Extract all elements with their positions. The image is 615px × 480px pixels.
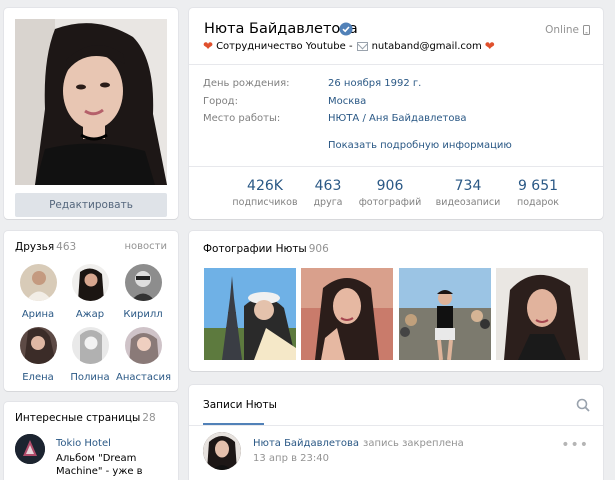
profile-name: Нюта Байдавлетова xyxy=(204,21,358,37)
friend-name: Кирилл xyxy=(123,309,163,320)
edit-profile-button[interactable]: Редактировать xyxy=(15,193,167,217)
envelope-icon xyxy=(356,41,368,51)
photo-thumbnail[interactable] xyxy=(496,268,588,360)
search-icon[interactable] xyxy=(576,398,590,412)
divider xyxy=(189,166,603,167)
friend-item[interactable]: Елена xyxy=(11,327,65,383)
status-text: Сотрудничество Youtube - xyxy=(216,40,353,52)
info-label: Место работы: xyxy=(203,113,281,124)
friend-avatar xyxy=(124,327,162,364)
page-description: Альбом "Dream Machine" - уже в группе. К… xyxy=(56,453,149,480)
profile-info-card: Нюта Байдавлетова Online ❤ Сотрудничеств… xyxy=(189,8,603,219)
photos-header[interactable]: Фотографии Нюты 906 xyxy=(203,243,329,255)
post-header: Нюта Байдавлетова запись закреплена xyxy=(253,438,464,449)
friends-news-link[interactable]: новости xyxy=(125,241,168,252)
pages-title: Интересные страницы xyxy=(15,412,141,424)
counter-value: 734 xyxy=(454,178,482,194)
pages-header[interactable]: Интересные страницы 28 xyxy=(15,412,156,424)
friend-avatar xyxy=(71,327,109,364)
info-value-city[interactable]: Москва xyxy=(328,96,366,107)
info-label: Город: xyxy=(203,96,238,107)
post-date[interactable]: 13 апр в 23:40 xyxy=(253,453,329,464)
friend-name: Арина xyxy=(21,309,55,320)
photo-thumbnail[interactable] xyxy=(301,268,393,360)
mobile-phone-icon xyxy=(583,25,590,35)
photos-count: 906 xyxy=(308,243,329,255)
post-more-icon[interactable]: ••• xyxy=(561,437,589,453)
heart-icon: ❤ xyxy=(484,39,495,53)
friend-name: Елена xyxy=(22,372,54,383)
info-label: День рождения: xyxy=(203,78,290,89)
friend-item[interactable]: Ажар xyxy=(63,264,117,320)
counter-value: 906 xyxy=(376,178,404,194)
info-value-birthday[interactable]: 26 ноября 1992 г. xyxy=(328,78,421,89)
show-more-info-link[interactable]: Показать подробную информацию xyxy=(328,140,512,151)
friend-item[interactable]: Кирилл xyxy=(116,264,170,320)
profile-avatar-photo[interactable] xyxy=(15,19,167,185)
pages-count: 28 xyxy=(142,412,156,424)
online-status: Online xyxy=(545,24,590,36)
divider xyxy=(189,64,603,65)
friend-item[interactable]: Арина xyxy=(11,264,65,320)
counter-photos[interactable]: 906 фотографий xyxy=(350,178,430,208)
friend-name: Ажар xyxy=(75,309,105,320)
counter-label: подарок xyxy=(517,197,559,208)
friend-item[interactable]: Анастасия xyxy=(116,327,171,383)
status-email: nutaband@gmail.com xyxy=(371,40,482,52)
photos-card: Фотографии Нюты 906 xyxy=(189,231,603,371)
friend-avatar xyxy=(19,327,57,364)
verified-icon xyxy=(339,22,353,36)
friend-name: Полина xyxy=(70,372,110,383)
wall-card: Записи Нюты Нюта Байдавлетова запись закр… xyxy=(189,385,603,480)
counter-videos[interactable]: 734 видеозаписи xyxy=(428,178,508,208)
page-avatar[interactable] xyxy=(15,434,45,464)
friends-title: Друзья xyxy=(15,241,55,253)
photo-thumbnail[interactable] xyxy=(399,268,491,360)
photo-thumbnail[interactable] xyxy=(204,268,296,360)
friend-avatar xyxy=(124,264,162,301)
interesting-pages-card: Интересные страницы 28 Tokio Hotel Альбом… xyxy=(4,402,178,480)
friends-header[interactable]: Друзья 463 xyxy=(15,241,76,253)
friend-name: Анастасия xyxy=(116,372,171,383)
friend-item[interactable]: Полина xyxy=(63,327,117,383)
counter-value: 9 651 xyxy=(517,178,559,194)
profile-status: ❤ Сотрудничество Youtube - nutaband@gmai… xyxy=(203,40,495,52)
counter-gifts[interactable]: 9 651 подарок xyxy=(498,178,578,208)
friends-count: 463 xyxy=(56,241,77,253)
avatar-card: Редактировать xyxy=(4,8,178,219)
friends-card: Друзья 463 новости Арина Ажар Кирилл Елен… xyxy=(4,231,178,391)
page-title-link[interactable]: Tokio Hotel xyxy=(56,438,111,449)
friend-avatar xyxy=(19,264,57,301)
post-pinned-label: запись закреплена xyxy=(363,438,464,449)
post-author-avatar[interactable] xyxy=(203,432,241,470)
info-value-work[interactable]: НЮТА / Аня Байдавлетова xyxy=(328,113,467,124)
counter-label: фотографий xyxy=(358,197,422,208)
divider xyxy=(189,425,603,426)
online-label: Online xyxy=(545,24,579,36)
heart-icon: ❤ xyxy=(203,39,214,53)
counter-label: видеозаписи xyxy=(435,197,501,208)
photos-title: Фотографии Нюты xyxy=(203,243,307,255)
post-author-name[interactable]: Нюта Байдавлетова xyxy=(253,438,359,449)
wall-tab[interactable]: Записи Нюты xyxy=(203,399,277,411)
friend-avatar xyxy=(71,264,109,301)
